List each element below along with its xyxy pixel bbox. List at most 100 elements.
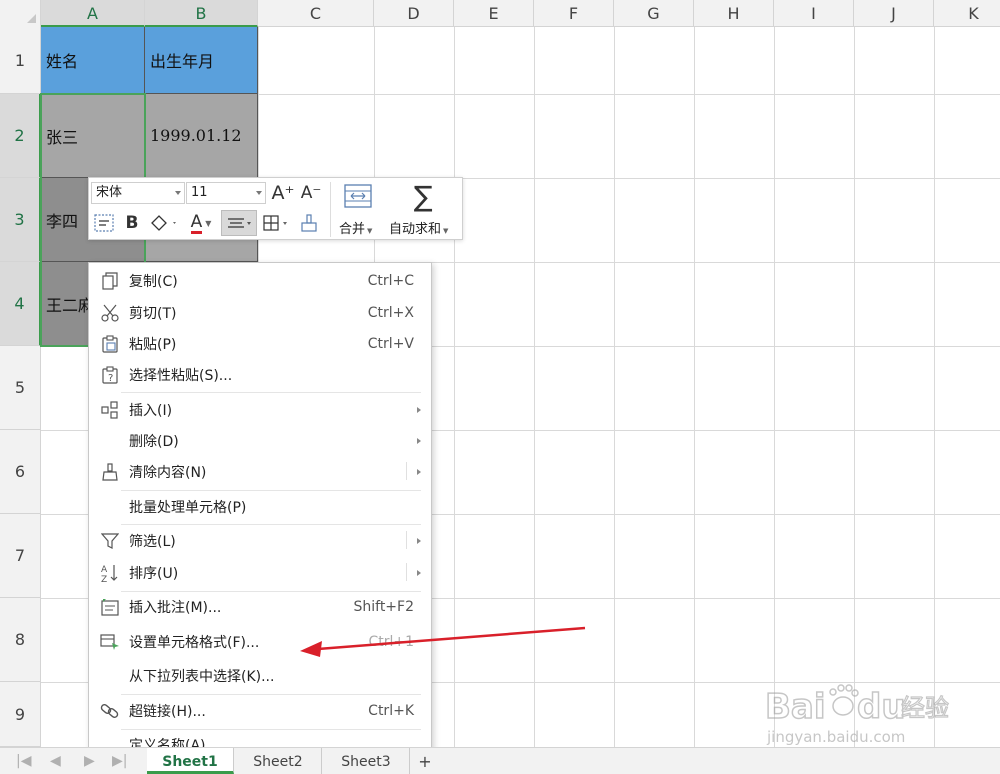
wrap-text-button[interactable] [92, 211, 116, 235]
menu-item-shortcut: Ctrl+X [367, 305, 414, 321]
insert-icon [100, 400, 120, 420]
row-header-1[interactable]: 1 [0, 27, 41, 94]
menu-item-label: 剪切(T) [129, 306, 177, 322]
column-header-b[interactable]: B [145, 0, 258, 27]
sheet-tab-3[interactable]: Sheet3 [323, 748, 410, 774]
fill-color-button[interactable] [147, 211, 181, 235]
border-button[interactable] [261, 211, 293, 235]
menu-item-insert[interactable]: 插入(I) [89, 395, 431, 425]
column-header-j[interactable]: J [854, 0, 934, 27]
column-header-a[interactable]: A [41, 0, 145, 27]
column-header-bar: A B C D E F G H I J K [0, 0, 1000, 27]
menu-item-shortcut: Ctrl+K [368, 703, 414, 719]
menu-item-paste[interactable]: 粘贴(P) Ctrl+V [89, 329, 431, 359]
menu-item-label: 复制(C) [129, 274, 178, 290]
cell-a1[interactable]: 姓名 [41, 27, 145, 94]
menu-item-shortcut: Ctrl+V [367, 336, 414, 352]
sheet-tab-2[interactable]: Sheet2 [235, 748, 322, 774]
column-header-e[interactable]: E [454, 0, 534, 27]
font-color-icon: A [190, 211, 203, 234]
menu-item-format-cells[interactable]: 设置单元格格式(F)... Ctrl+1 [89, 627, 431, 657]
wrap-text-icon [94, 214, 114, 232]
paste-icon [100, 334, 120, 354]
first-sheet-icon[interactable]: |◀ [16, 753, 31, 769]
cell-a2[interactable]: 张三 [41, 94, 145, 178]
submenu-divider [406, 462, 407, 480]
menu-item-sort[interactable]: AZ 排序(U) [89, 558, 431, 588]
menu-item-copy[interactable]: 复制(C) Ctrl+C [89, 266, 431, 296]
grid-line [454, 27, 455, 747]
menu-item-hyperlink[interactable]: 超链接(H)... Ctrl+K [89, 696, 431, 726]
decrease-font-icon: A⁻ [300, 183, 322, 203]
merge-cells-icon [344, 184, 372, 208]
menu-item-batch-process[interactable]: 批量处理单元格(P) [89, 492, 431, 522]
svg-text:Z: Z [101, 575, 107, 583]
sheet-tab-1[interactable]: Sheet1 [147, 748, 234, 774]
row-header-9[interactable]: 9 [0, 682, 41, 747]
increase-font-icon: A⁺ [271, 182, 295, 204]
font-size-select[interactable]: 11 [186, 182, 266, 204]
menu-item-label: 批量处理单元格(P) [129, 500, 247, 516]
column-header-k[interactable]: K [934, 0, 1000, 27]
baidu-paw-logo: Bai du 经验 jingyan.baidu.com [764, 684, 950, 746]
row-header-2[interactable]: 2 [0, 94, 41, 178]
column-header-f[interactable]: F [534, 0, 614, 27]
next-sheet-icon[interactable]: ▶ [84, 753, 95, 769]
submenu-arrow-icon [417, 407, 421, 413]
menu-item-label: 排序(U) [129, 566, 179, 582]
column-header-i[interactable]: I [774, 0, 854, 27]
font-color-button[interactable]: A ▼ [185, 211, 217, 235]
column-header-d[interactable]: D [374, 0, 454, 27]
column-header-c[interactable]: C [258, 0, 374, 27]
format-painter-icon [301, 214, 317, 232]
format-painter-button[interactable] [297, 211, 321, 235]
row-header-5[interactable]: 5 [0, 346, 41, 430]
menu-item-cut[interactable]: 剪切(T) Ctrl+X [89, 298, 431, 328]
autosum-button[interactable]: ∑ [407, 180, 439, 213]
align-center-icon [228, 218, 251, 228]
decrease-font-button[interactable]: A⁻ [299, 181, 323, 205]
select-all-corner[interactable] [0, 0, 41, 27]
row-header-8[interactable]: 8 [0, 598, 41, 682]
grid-line [854, 27, 855, 747]
submenu-arrow-icon [417, 570, 421, 576]
column-header-h[interactable]: H [694, 0, 774, 27]
last-sheet-icon[interactable]: ▶| [112, 753, 127, 769]
menu-item-filter[interactable]: 筛选(L) [89, 526, 431, 556]
menu-item-label: 从下拉列表中选择(K)... [129, 669, 275, 685]
row-header-4[interactable]: 4 [0, 262, 41, 346]
cell-b1[interactable]: 出生年月 [145, 27, 258, 94]
align-button[interactable] [221, 210, 257, 236]
menu-item-shortcut: Ctrl+C [367, 273, 414, 289]
filter-icon [100, 531, 120, 551]
menu-item-insert-comment[interactable]: 插入批注(M)... Shift+F2 [89, 592, 431, 622]
menu-item-pick-from-list[interactable]: 从下拉列表中选择(K)... [89, 661, 431, 691]
merge-label-wrap[interactable]: 合并 ▼ [339, 218, 372, 237]
menu-separator [121, 524, 421, 525]
font-name-select[interactable]: 宋体 [91, 182, 185, 204]
row-header-3[interactable]: 3 [0, 178, 41, 262]
column-header-g[interactable]: G [614, 0, 694, 27]
menu-item-clear-contents[interactable]: 清除内容(N) [89, 457, 431, 487]
fill-bucket-icon [151, 215, 176, 231]
prev-sheet-icon[interactable]: ◀ [50, 753, 61, 769]
cell-b2[interactable]: 1999.01.12 [145, 94, 258, 178]
paste-special-icon: ? [100, 365, 120, 385]
grid-line [774, 27, 775, 747]
bold-button[interactable]: B [121, 211, 143, 235]
link-icon [100, 701, 120, 721]
row-header-6[interactable]: 6 [0, 430, 41, 514]
svg-text:du: du [857, 687, 906, 727]
merge-button[interactable] [339, 182, 377, 210]
menu-item-label: 选择性粘贴(S)... [129, 368, 233, 384]
menu-item-paste-special[interactable]: ? 选择性粘贴(S)... [89, 360, 431, 390]
chevron-down-icon: ▼ [367, 227, 373, 235]
add-sheet-button[interactable]: + [412, 748, 438, 774]
increase-font-button[interactable]: A⁺ [271, 181, 295, 205]
autosum-label-wrap[interactable]: 自动求和 ▼ [389, 218, 448, 237]
font-size-value: 11 [191, 185, 208, 200]
menu-item-label: 插入批注(M)... [129, 600, 222, 616]
menu-item-delete[interactable]: 删除(D) [89, 426, 431, 456]
row-header-7[interactable]: 7 [0, 514, 41, 598]
chevron-down-icon [175, 191, 181, 195]
